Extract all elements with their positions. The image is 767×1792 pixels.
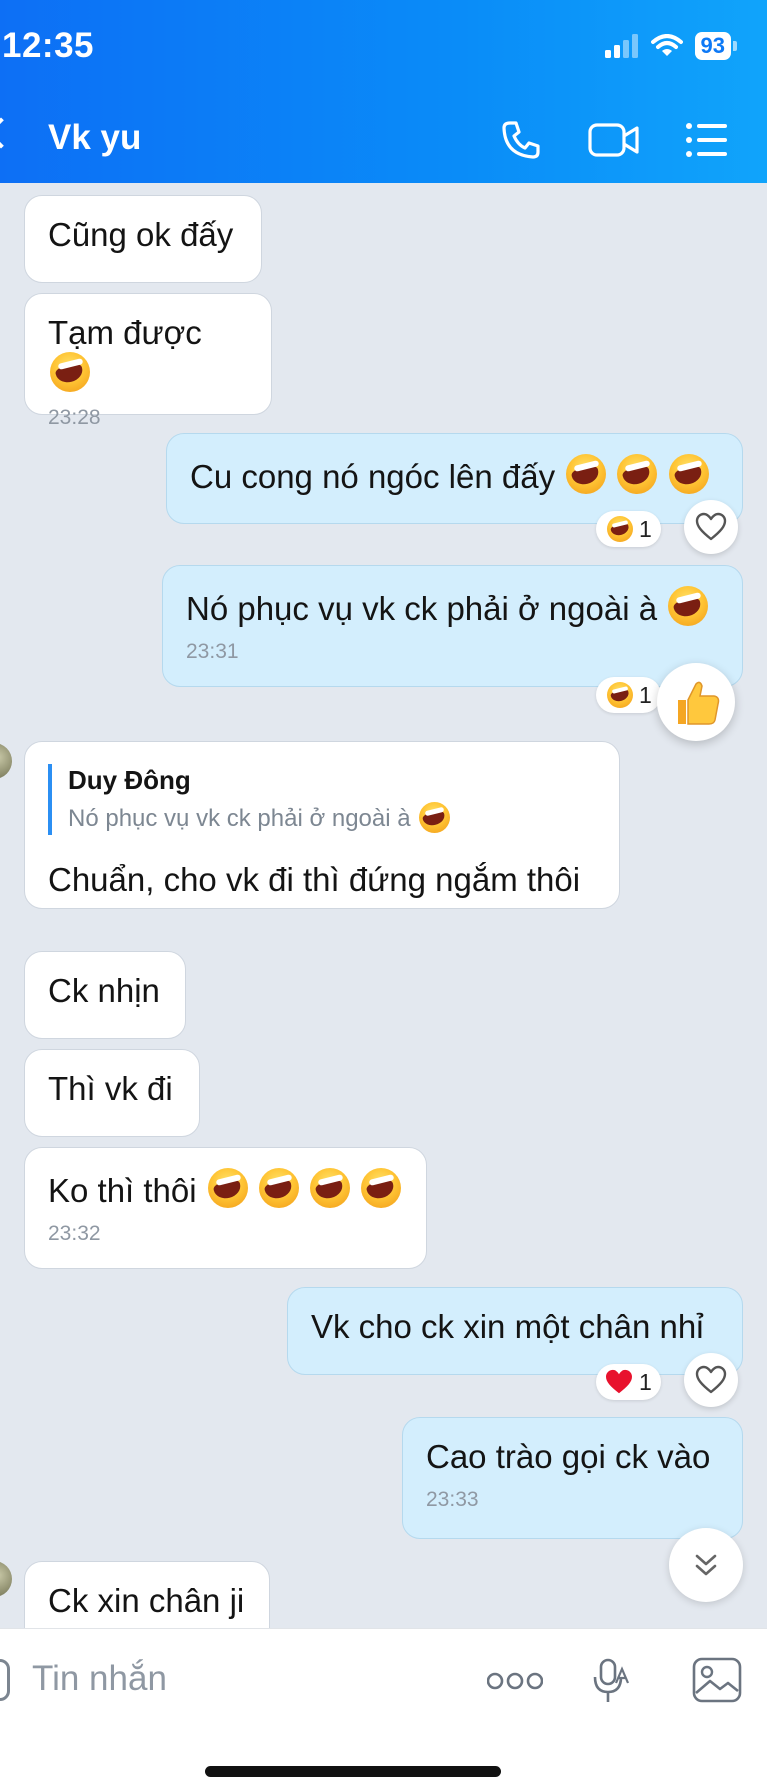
message-time: 23:33 bbox=[426, 1488, 479, 1511]
message-text: Ck nhịn bbox=[48, 972, 160, 1009]
reaction-summary[interactable]: 1 bbox=[596, 511, 661, 547]
message-text: Cu cong nó ngóc lên đấy bbox=[190, 458, 556, 495]
message-time: 23:28 bbox=[48, 406, 101, 429]
message-bubble-outgoing[interactable]: Vk cho ck xin một chân nhỉ bbox=[287, 1287, 743, 1375]
double-chevron-down-icon bbox=[695, 1554, 717, 1576]
chevron-left-icon[interactable] bbox=[0, 117, 17, 149]
laughing-emoji-icon bbox=[668, 454, 709, 494]
menu-list-icon[interactable] bbox=[686, 123, 728, 157]
reaction-summary[interactable]: 1 bbox=[596, 1364, 661, 1400]
header-bar: 12:35 93 Vk yu bbox=[0, 0, 767, 183]
message-bubble-incoming[interactable]: Ko thì thôi 23:32 bbox=[24, 1147, 427, 1269]
laughing-emoji-icon bbox=[617, 454, 658, 494]
message-time: 23:31 bbox=[186, 640, 239, 663]
more-options-icon[interactable] bbox=[487, 1671, 543, 1691]
status-time: 12:35 bbox=[2, 26, 95, 65]
react-heart-button[interactable] bbox=[684, 1353, 738, 1407]
message-text: Cao trào gọi ck vào bbox=[426, 1438, 711, 1475]
laughing-emoji-icon bbox=[607, 516, 633, 542]
message-text: Chuẩn, cho vk đi thì đứng ngắm thôi bbox=[48, 861, 581, 898]
chat-title[interactable]: Vk yu bbox=[48, 118, 141, 158]
avatar[interactable] bbox=[0, 1561, 12, 1597]
battery-icon: 93 bbox=[694, 32, 737, 60]
chat-area[interactable]: Cũng ok đấy Tạm được 23:28 Cu cong nó ng… bbox=[0, 183, 767, 1628]
react-heart-button[interactable] bbox=[684, 500, 738, 554]
thumbs-up-reaction-button[interactable] bbox=[657, 663, 735, 741]
message-text: Ko thì thôi bbox=[48, 1172, 197, 1209]
message-bubble-outgoing[interactable]: Nó phục vụ vk ck phải ở ngoài à 23:31 bbox=[162, 565, 743, 687]
reaction-count: 1 bbox=[639, 515, 652, 542]
message-text: Nó phục vụ vk ck phải ở ngoài à bbox=[186, 590, 658, 627]
voice-to-text-icon[interactable] bbox=[592, 1657, 632, 1705]
laughing-emoji-icon bbox=[207, 1168, 248, 1208]
message-bubble-incoming[interactable]: Tạm được 23:28 bbox=[24, 293, 272, 429]
quote-text: Nó phục vụ vk ck phải ở ngoài à bbox=[68, 805, 411, 832]
message-text: Thì vk đi bbox=[48, 1070, 173, 1107]
status-icons: 93 bbox=[604, 32, 737, 60]
signal-icon bbox=[604, 34, 638, 58]
home-indicator bbox=[205, 1766, 501, 1777]
laughing-emoji-icon bbox=[50, 352, 90, 392]
laughing-emoji-icon bbox=[566, 454, 607, 494]
laughing-emoji-icon bbox=[419, 802, 451, 833]
message-time: 23:32 bbox=[48, 1222, 101, 1245]
message-bubble-incoming[interactable]: Ck xin chân ji bbox=[24, 1561, 270, 1628]
scroll-to-bottom-button[interactable] bbox=[669, 1528, 743, 1602]
thumbs-up-icon bbox=[678, 681, 720, 725]
heart-outline-icon bbox=[695, 512, 727, 541]
reaction-count: 1 bbox=[639, 681, 652, 708]
laughing-emoji-icon bbox=[310, 1168, 351, 1208]
message-composer: Tin nhắn bbox=[0, 1628, 767, 1792]
message-bubble-incoming[interactable]: Thì vk đi bbox=[24, 1049, 200, 1137]
phone-icon[interactable] bbox=[500, 119, 542, 161]
message-bubble-incoming[interactable]: Duy Đông Nó phục vụ vk ck phải ở ngoài à… bbox=[24, 741, 620, 909]
avatar[interactable] bbox=[0, 743, 12, 779]
reply-quote[interactable]: Duy Đông Nó phục vụ vk ck phải ở ngoài à bbox=[48, 764, 597, 835]
heart-outline-icon bbox=[695, 1365, 727, 1394]
message-bubble-incoming[interactable]: Ck nhịn bbox=[24, 951, 186, 1039]
reaction-summary[interactable]: 1 bbox=[596, 677, 661, 713]
message-bubble-outgoing[interactable]: Cao trào gọi ck vào 23:33 bbox=[402, 1417, 743, 1539]
video-call-icon[interactable] bbox=[588, 121, 640, 159]
battery-level: 93 bbox=[694, 32, 731, 60]
wifi-icon bbox=[650, 34, 683, 56]
quote-sender-name: Duy Đông bbox=[68, 765, 191, 795]
laughing-emoji-icon bbox=[668, 586, 709, 626]
reaction-count: 1 bbox=[639, 1368, 652, 1395]
laughing-emoji-icon bbox=[361, 1168, 402, 1208]
emoji-sticker-icon[interactable] bbox=[0, 1659, 10, 1701]
laughing-emoji-icon bbox=[607, 682, 633, 708]
image-icon[interactable] bbox=[692, 1657, 742, 1703]
red-heart-icon bbox=[606, 1369, 632, 1394]
message-bubble-incoming[interactable]: Cũng ok đấy bbox=[24, 195, 262, 283]
message-input[interactable]: Tin nhắn bbox=[32, 1659, 167, 1699]
laughing-emoji-icon bbox=[258, 1168, 299, 1208]
message-text: Cũng ok đấy bbox=[48, 216, 234, 253]
message-bubble-outgoing[interactable]: Cu cong nó ngóc lên đấy bbox=[166, 433, 743, 524]
message-text: Vk cho ck xin một chân nhỉ bbox=[311, 1308, 704, 1345]
message-text: Tạm được bbox=[48, 314, 202, 351]
message-text: Ck xin chân ji bbox=[48, 1582, 245, 1619]
